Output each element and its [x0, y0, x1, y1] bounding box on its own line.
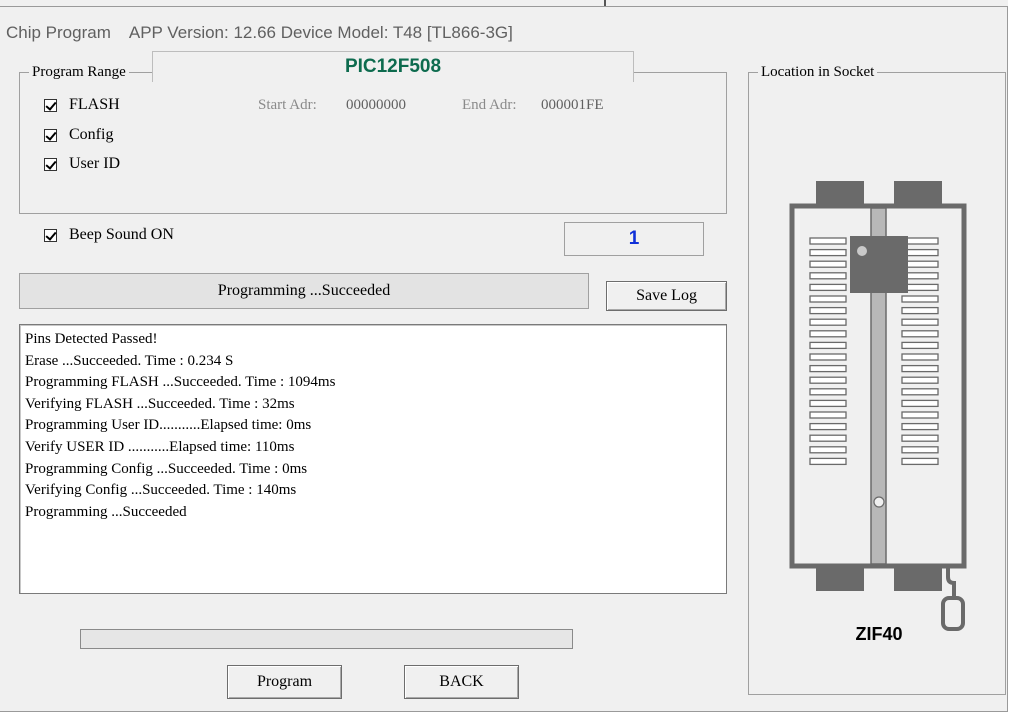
- checkbox-check-icon: [44, 157, 57, 171]
- log-line: Programming Config ...Succeeded. Time : …: [25, 460, 308, 477]
- socket-top-tab-left: [816, 181, 864, 205]
- socket-pin-right: [901, 353, 939, 361]
- socket-pin-left: [809, 399, 847, 408]
- socket-pin-right: [901, 364, 939, 373]
- socket-pin-right: [901, 318, 939, 326]
- log-line: Erase ...Succeeded. Time : 0.234 S: [25, 352, 234, 369]
- socket-pin-right: [901, 341, 939, 350]
- beep-sound-label: Beep Sound ON: [69, 226, 174, 243]
- socket-pin-left: [809, 318, 847, 326]
- program-range-legend: Program Range: [32, 64, 126, 80]
- socket-pin-left: [809, 295, 847, 303]
- log-textarea[interactable]: Pins Detected Passed! Erase ...Succeeded…: [19, 324, 727, 594]
- socket-pin-left: [809, 422, 847, 431]
- log-line: Programming FLASH ...Succeeded. Time : 1…: [25, 374, 336, 391]
- zif40-socket-diagram: [789, 181, 967, 631]
- progress-bar: [80, 629, 573, 649]
- start-adr-label: Start Adr:: [258, 97, 317, 113]
- app-version-info: APP Version: 12.66 Device Model: T48 [TL…: [128, 23, 513, 42]
- socket-pin-left: [809, 341, 847, 350]
- socket-pin-left: [809, 248, 847, 257]
- log-line: Programming ...Succeeded: [25, 503, 187, 520]
- socket-pin-right: [901, 422, 939, 431]
- checkbox-check-icon: [44, 98, 57, 112]
- window-title: Chip Program: [6, 23, 111, 42]
- socket-legend: Location in Socket: [761, 64, 875, 80]
- log-line: Verifying FLASH ...Succeeded. Time : 32m…: [25, 395, 295, 412]
- socket-pin-right: [901, 411, 939, 419]
- socket-lever: [946, 567, 956, 598]
- socket-rail-hole: [873, 496, 885, 508]
- socket-pin-left: [809, 411, 847, 419]
- socket-pin-right: [901, 376, 939, 384]
- socket-pin-left: [809, 272, 847, 280]
- socket-type-label: ZIF40: [855, 624, 903, 644]
- program-range-group: Program Range: [19, 64, 727, 214]
- socket-pin-right: [901, 330, 939, 338]
- end-adr-label: End Adr:: [462, 97, 517, 113]
- socket-pin-left: [809, 260, 847, 268]
- program-button[interactable]: Program: [227, 665, 342, 699]
- socket-pin-right: [901, 388, 939, 396]
- socket-pin-right: [901, 434, 939, 442]
- socket-pin-left: [809, 283, 847, 292]
- socket-pin-left: [809, 388, 847, 396]
- socket-bottom-tab-left: [816, 567, 864, 591]
- flash-checkbox-label: FLASH: [69, 96, 120, 113]
- socket-top-tab-right: [894, 181, 942, 205]
- checkbox-check-icon: [44, 128, 57, 142]
- socket-pin-right: [901, 446, 939, 454]
- chip-pin1-marker: [857, 246, 867, 256]
- socket-pin-left: [809, 330, 847, 338]
- back-button[interactable]: BACK: [404, 665, 519, 699]
- background-window-strip: [1008, 0, 1024, 727]
- socket-pin-left: [809, 364, 847, 373]
- program-counter: 1: [564, 222, 704, 256]
- config-checkbox[interactable]: Config: [44, 126, 113, 144]
- title-bar: Chip Program APP Version: 12.66 Device Mo…: [6, 23, 513, 43]
- log-line: Verify USER ID ...........Elapsed time: …: [25, 438, 295, 455]
- log-line: Verifying Config ...Succeeded. Time : 14…: [25, 482, 297, 499]
- status-bar: Programming ...Succeeded: [19, 273, 589, 309]
- checkbox-check-icon: [44, 228, 57, 242]
- socket-pin-right: [901, 295, 939, 303]
- chip-body: [850, 236, 908, 293]
- save-log-button[interactable]: Save Log: [606, 281, 727, 311]
- chip-name-display: PIC12F508: [152, 51, 634, 82]
- socket-pin-left: [809, 306, 847, 315]
- log-line: Programming User ID...........Elapsed ti…: [25, 417, 312, 434]
- socket-pin-left: [809, 457, 847, 466]
- user-id-checkbox-label: User ID: [69, 155, 121, 172]
- beep-sound-checkbox[interactable]: Beep Sound ON: [44, 226, 174, 244]
- socket-pin-right: [901, 306, 939, 315]
- socket-pin-left: [809, 237, 847, 245]
- background-window-row: [0, 712, 1024, 727]
- socket-pin-left: [809, 376, 847, 384]
- end-adr-value: 000001FE: [541, 97, 604, 113]
- socket-pin-right: [901, 399, 939, 408]
- socket-pin-right: [901, 457, 939, 466]
- flash-checkbox[interactable]: FLASH: [44, 96, 120, 114]
- log-line: Pins Detected Passed!: [25, 331, 158, 347]
- config-checkbox-label: Config: [69, 126, 114, 143]
- socket-bottom-tab-right: [894, 567, 942, 591]
- socket-pin-left: [809, 353, 847, 361]
- socket-pin-left: [809, 434, 847, 442]
- socket-pin-left: [809, 446, 847, 454]
- user-id-checkbox[interactable]: User ID: [44, 155, 120, 173]
- start-adr-value: 00000000: [346, 97, 406, 113]
